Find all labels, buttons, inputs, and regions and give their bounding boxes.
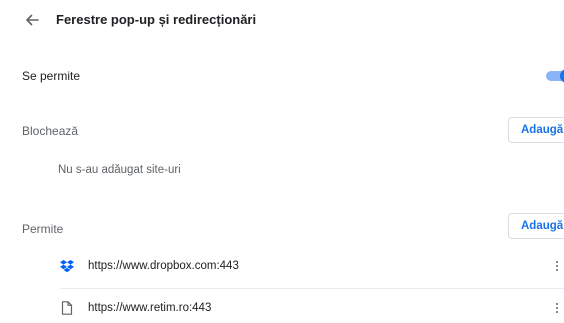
popups-allowed-toggle[interactable] (546, 69, 564, 83)
back-button[interactable] (22, 10, 42, 30)
document-icon (61, 301, 73, 315)
more-options-icon[interactable] (553, 301, 561, 317)
allowed-site-row[interactable]: https://www.retim.ro:443 (60, 295, 564, 323)
arrow-back-icon (26, 14, 39, 26)
allow-section-label: Permite (22, 222, 64, 236)
site-url: https://www.dropbox.com:443 (88, 260, 239, 272)
page-header: Ferestre pop-up și redirecționări (0, 0, 564, 40)
row-divider (60, 288, 564, 289)
allowed-toggle-label: Se permite (22, 69, 81, 83)
allowed-site-row[interactable]: https://www.dropbox.com:443 (60, 253, 564, 281)
blocked-empty-message: Nu s-au adăugat site-uri (58, 164, 181, 176)
block-section-label: Blochează (22, 124, 79, 138)
site-url: https://www.retim.ro:443 (88, 302, 212, 314)
more-options-icon[interactable] (553, 259, 561, 275)
add-blocked-site-button[interactable]: Adaugă (508, 117, 564, 143)
add-allowed-site-button[interactable]: Adaugă (508, 213, 564, 239)
page-title: Ferestre pop-up și redirecționări (56, 12, 257, 27)
dropbox-icon (60, 260, 74, 273)
